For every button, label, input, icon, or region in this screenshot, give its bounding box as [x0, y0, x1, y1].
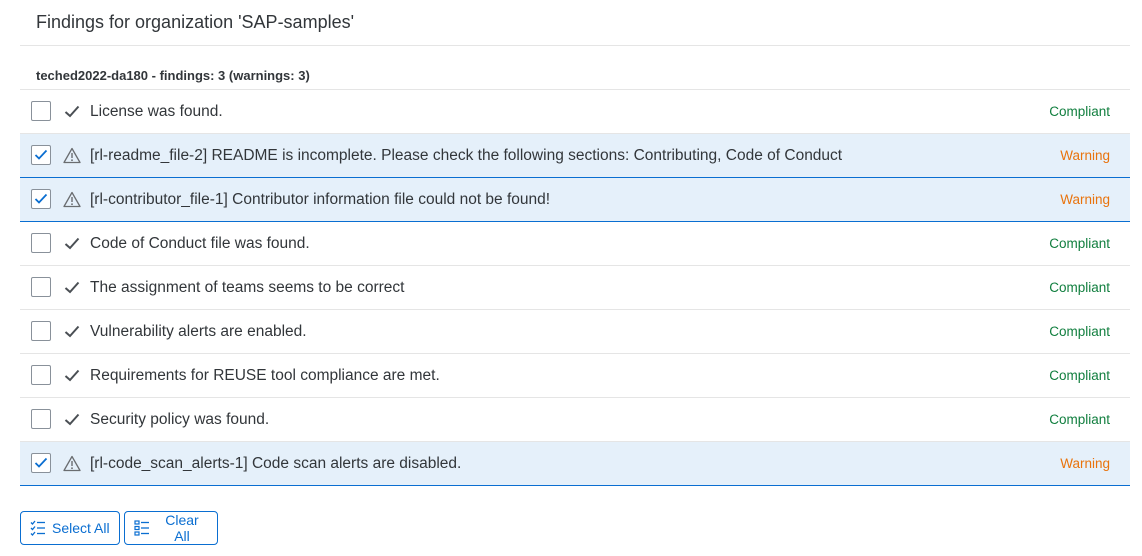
check-icon — [63, 102, 81, 120]
page-title: Findings for organization 'SAP-samples' — [36, 12, 355, 32]
checkmark-icon — [34, 457, 48, 468]
finding-row[interactable]: License was found. Compliant — [20, 90, 1130, 134]
row-checkbox[interactable] — [31, 189, 51, 209]
status-label: Compliant — [1049, 324, 1110, 339]
check-icon — [63, 322, 81, 340]
warning-icon — [63, 190, 81, 208]
group-header: teched2022-da180 - findings: 3 (warnings… — [36, 68, 310, 83]
warning-icon — [63, 454, 81, 472]
clear-selection-icon — [134, 520, 150, 536]
finding-text: Requirements for REUSE tool compliance a… — [90, 367, 440, 384]
finding-row[interactable]: [rl-code_scan_alerts-1] Code scan alerts… — [20, 442, 1130, 486]
check-icon — [63, 278, 81, 296]
select-all-label: Select All — [52, 520, 110, 536]
status-label: Compliant — [1049, 236, 1110, 251]
status-label: Compliant — [1049, 280, 1110, 295]
finding-row[interactable]: Requirements for REUSE tool compliance a… — [20, 354, 1130, 398]
checkmark-icon — [34, 149, 48, 160]
finding-row[interactable]: [rl-readme_file-2] README is incomplete.… — [20, 134, 1130, 178]
row-checkbox[interactable] — [31, 321, 51, 341]
finding-text: [rl-code_scan_alerts-1] Code scan alerts… — [90, 455, 462, 472]
warning-icon — [63, 146, 81, 164]
finding-text: [rl-contributor_file-1] Contributor info… — [90, 191, 551, 208]
finding-text: The assignment of teams seems to be corr… — [90, 279, 405, 296]
finding-row[interactable]: Security policy was found. Compliant — [20, 398, 1130, 442]
findings-list: License was found. Compliant [rl-readme_fi… — [20, 89, 1130, 486]
check-icon — [63, 234, 81, 252]
row-checkbox[interactable] — [31, 365, 51, 385]
finding-row[interactable]: [rl-contributor_file-1] Contributor info… — [20, 178, 1130, 222]
row-checkbox[interactable] — [31, 453, 51, 473]
status-label: Compliant — [1049, 412, 1110, 427]
row-checkbox[interactable] — [31, 277, 51, 297]
row-checkbox[interactable] — [31, 409, 51, 429]
status-label: Warning — [1060, 456, 1110, 471]
finding-text: Security policy was found. — [90, 411, 270, 428]
finding-row[interactable]: The assignment of teams seems to be corr… — [20, 266, 1130, 310]
finding-text: [rl-readme_file-2] README is incomplete.… — [90, 147, 843, 164]
findings-page: Findings for organization 'SAP-samples' … — [0, 0, 1142, 556]
finding-text: Vulnerability alerts are enabled. — [90, 323, 307, 340]
status-label: Warning — [1060, 148, 1110, 163]
finding-row[interactable]: Vulnerability alerts are enabled. Complia… — [20, 310, 1130, 354]
status-label: Compliant — [1049, 368, 1110, 383]
clear-all-button[interactable]: Clear All — [124, 511, 218, 545]
finding-row[interactable]: Code of Conduct file was found. Compliant — [20, 222, 1130, 266]
check-icon — [63, 410, 81, 428]
select-all-button[interactable]: Select All — [20, 511, 120, 545]
check-icon — [63, 366, 81, 384]
finding-text: Code of Conduct file was found. — [90, 235, 310, 252]
multi-select-icon — [30, 520, 46, 536]
clear-all-label: Clear All — [165, 512, 199, 544]
row-checkbox[interactable] — [31, 233, 51, 253]
finding-text: License was found. — [90, 103, 223, 120]
row-checkbox[interactable] — [31, 101, 51, 121]
title-divider — [20, 45, 1130, 46]
status-label: Warning — [1060, 192, 1110, 207]
row-checkbox[interactable] — [31, 145, 51, 165]
status-label: Compliant — [1049, 104, 1110, 119]
checkmark-icon — [34, 193, 48, 204]
